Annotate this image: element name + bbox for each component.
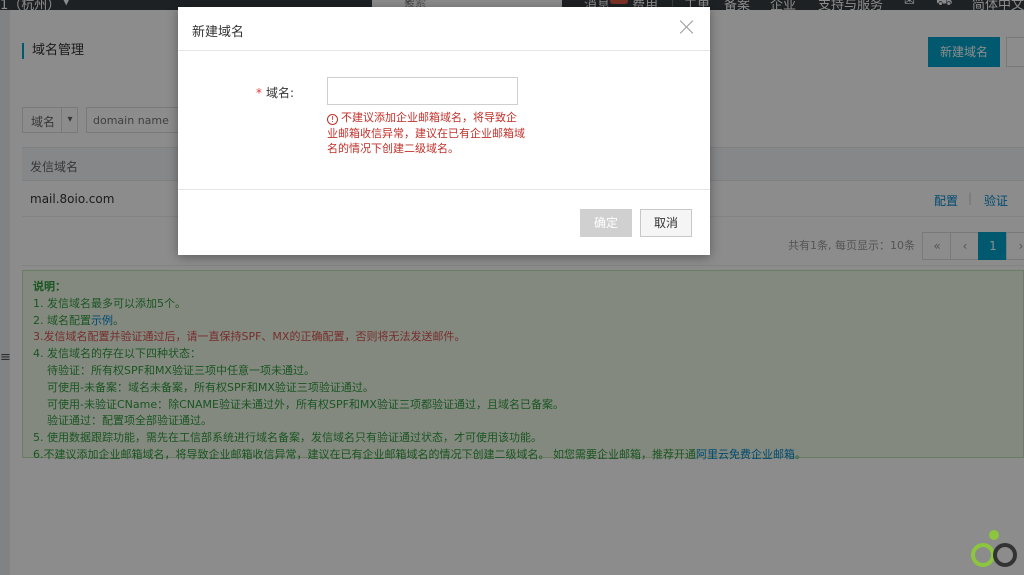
dialog-footer-divider — [178, 189, 710, 190]
required-mark: * — [256, 86, 262, 100]
close-icon[interactable] — [678, 18, 696, 36]
domain-field-label-text: 域名: — [266, 86, 295, 100]
warning-icon: ! — [327, 114, 338, 125]
new-domain-dialog: 新建域名 * 域名: ! 不建议添加企业邮箱域名，将导致企业邮箱收信异常，建议在已有… — [178, 7, 710, 255]
warning-text: 不建议添加企业邮箱域名，将导致企业邮箱收信异常，建议在已有企业邮箱域名的情况下创… — [327, 111, 525, 155]
domain-field-label: * 域名: — [256, 84, 294, 101]
domain-input-box[interactable] — [327, 77, 518, 105]
domain-input[interactable] — [328, 78, 517, 104]
brand-logo-icon — [971, 530, 1017, 567]
cancel-button[interactable]: 取消 — [640, 209, 692, 237]
confirm-button[interactable]: 确定 — [580, 209, 632, 237]
dialog-header: 新建域名 — [178, 7, 710, 51]
domain-warning: ! 不建议添加企业邮箱域名，将导致企业邮箱收信异常，建议在已有企业邮箱域名的情况下… — [327, 110, 527, 157]
dialog-title: 新建域名 — [192, 25, 245, 40]
